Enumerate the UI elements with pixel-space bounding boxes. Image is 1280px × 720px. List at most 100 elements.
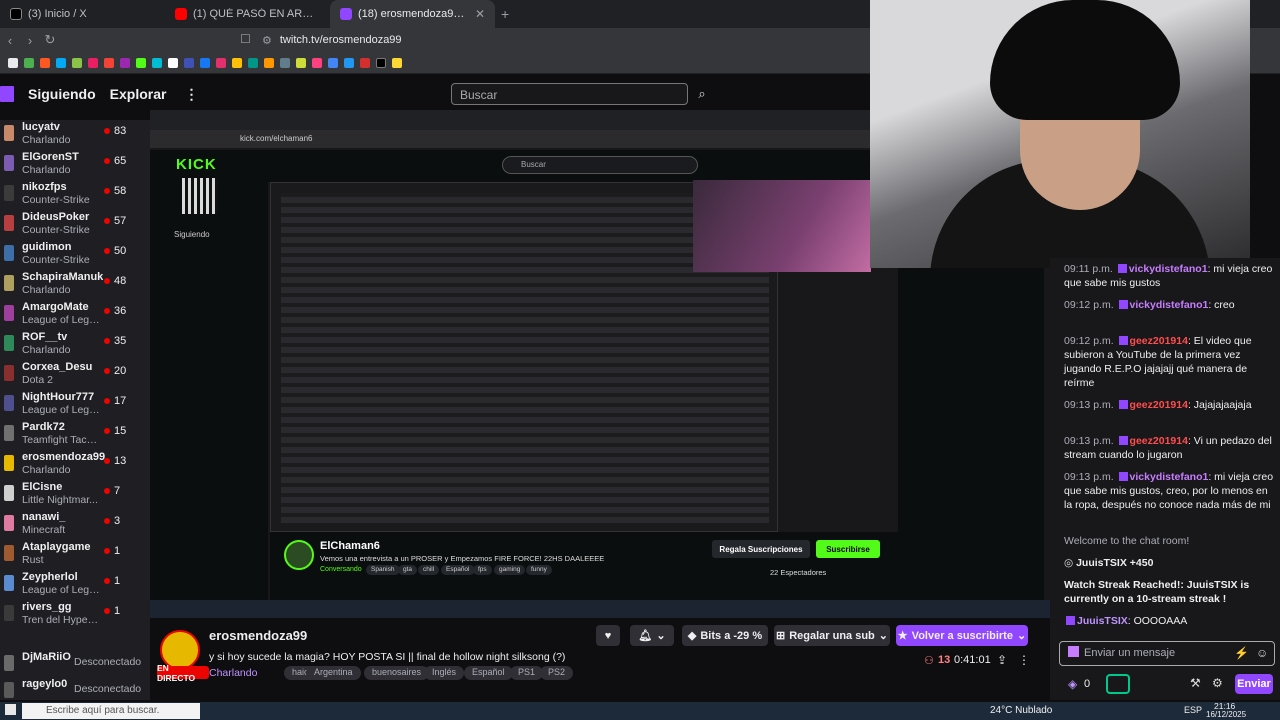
sidebar-channel[interactable]: rivers_ggTren del Hype • Niv... 1	[0, 600, 150, 628]
resubscribe-button[interactable]: ★ Volver a suscribirte ⌄	[896, 625, 1028, 646]
bookmark-icon-19[interactable]	[296, 57, 306, 68]
bits-button[interactable]: ◆ Bits a -29 %	[682, 625, 768, 646]
bookmark-icon-24[interactable]	[376, 57, 386, 68]
input-language: ESP	[1184, 705, 1203, 715]
emote-icon[interactable]: ☺	[1256, 646, 1268, 660]
chat-tools-icon[interactable]: ⚒	[1190, 676, 1201, 690]
weather-text: 24°C Nublado	[990, 705, 1053, 716]
bookmark-icon-11[interactable]	[168, 57, 178, 68]
stream-tag[interactable]: Argentina	[306, 666, 361, 680]
close-tab-icon[interactable]: ✕	[475, 7, 485, 21]
bookmark-icon-4[interactable]	[56, 57, 66, 68]
sidebar-channel[interactable]: Ataplaygame Rust 1	[0, 540, 150, 568]
bookmark-icon-16[interactable]	[248, 57, 258, 68]
back-icon[interactable]: ‹	[0, 33, 20, 48]
sidebar-channel[interactable]: erosmendoza99 Charlando 13	[0, 450, 150, 478]
bookmark-icon-17[interactable]	[264, 57, 274, 68]
stream-tag[interactable]: buenosaires	[364, 666, 430, 680]
stream-uptime: 0:41:01	[954, 654, 991, 666]
bookmark-icon-10[interactable]	[152, 57, 162, 68]
bookmark-icon[interactable]: ☐	[240, 32, 251, 46]
stream-tag[interactable]: PS1	[510, 666, 544, 680]
channel-viewers: 65	[104, 155, 126, 167]
sidebar-channel-offline[interactable]: DjMaRiiO Desconectado	[0, 650, 150, 678]
chat-username[interactable]: geez201914	[1130, 399, 1188, 411]
tab-twitch[interactable]: (18) erosmendoza99 - Twitch ✕	[330, 0, 495, 28]
search-input[interactable]: Buscar	[451, 83, 688, 105]
streamer-name[interactable]: erosmendoza99	[209, 628, 307, 643]
bookmark-icon-20[interactable]	[312, 57, 322, 68]
sidebar-channel[interactable]: nanawi_ Minecraft 3	[0, 510, 150, 538]
sidebar-channel[interactable]: DideusPoker Counter-Strike 57	[0, 210, 150, 238]
sidebar-channel[interactable]: ROF__tv Charlando 35	[0, 330, 150, 358]
windows-start-icon[interactable]	[5, 704, 16, 715]
tab-youtube[interactable]: (1) QUÉ PASÓ EN ARGENTINA? | NO	[165, 0, 330, 28]
sidebar-channel[interactable]: guidimon Counter-Strike 50	[0, 240, 150, 268]
chat-username[interactable]: vickydistefano1	[1130, 299, 1209, 311]
taskbar-search[interactable]: Escribe aquí para buscar.	[22, 703, 200, 719]
bookmark-icon-1[interactable]	[8, 57, 18, 68]
forward-icon[interactable]: ›	[20, 33, 40, 48]
twitch-logo-icon[interactable]	[0, 86, 14, 102]
bookmark-icon-25[interactable]	[392, 57, 402, 68]
sidebar-channel[interactable]: lucyatv Charlando 83	[0, 120, 150, 148]
kick-tag: gta	[398, 565, 418, 575]
url-field[interactable]: ⚙ twitch.tv/erosmendoza99	[262, 31, 402, 49]
live-dot-icon	[104, 158, 110, 164]
reload-icon[interactable]: ↻	[40, 32, 60, 48]
share-icon[interactable]: ⇪	[997, 653, 1007, 667]
gift-sub-button[interactable]: ⊞ Regalar una sub ⌄	[774, 625, 890, 646]
channel-name: ElCisne	[22, 481, 63, 493]
chat-username[interactable]: JuuisTSIX	[1077, 615, 1128, 627]
search-icon[interactable]: ⌕	[690, 83, 714, 105]
bookmark-icon-13[interactable]	[200, 57, 210, 68]
bookmark-icon-8[interactable]	[120, 57, 130, 68]
bookmark-icon-23[interactable]	[360, 57, 370, 68]
more-icon[interactable]: ⋮	[1018, 653, 1030, 667]
sidebar-channel[interactable]: ElCisne Little Nightmar... 7	[0, 480, 150, 508]
channel-points-icon[interactable]: ◈	[1068, 677, 1077, 691]
more-options-icon[interactable]: ⋮	[184, 86, 198, 103]
chat-username[interactable]: geez201914	[1130, 435, 1188, 447]
bits-icon[interactable]: ⚡	[1234, 646, 1249, 660]
live-dot-icon	[104, 308, 110, 314]
bookmark-icon-22[interactable]	[344, 57, 354, 68]
bookmark-icon-14[interactable]	[216, 57, 226, 68]
chat-username[interactable]: vickydistefano1	[1130, 471, 1209, 483]
sidebar-channel-offline[interactable]: rageylo0 Desconectado	[0, 677, 150, 705]
bookmark-icon-12[interactable]	[184, 57, 194, 68]
sidebar-channel[interactable]: Zeypherlol League of Lege... 1	[0, 570, 150, 598]
notifications-button[interactable]: 🔔︎ ⌄	[630, 625, 674, 646]
chat-username[interactable]: vickydistefano1	[1129, 263, 1208, 275]
follow-heart-button[interactable]: ♥	[596, 625, 620, 646]
stream-category[interactable]: Charlando	[209, 667, 257, 679]
sidebar-channel[interactable]: AmargoMate League of Lege... 36	[0, 300, 150, 328]
bookmark-icon-2[interactable]	[24, 57, 34, 68]
stream-tag[interactable]: Inglés	[424, 666, 465, 680]
bookmark-icon-3[interactable]	[40, 57, 50, 68]
bookmark-icon-6[interactable]	[88, 57, 98, 68]
sidebar-channel[interactable]: Pardk72 Teamfight Tacti... 15	[0, 420, 150, 448]
site-info-icon[interactable]: ⚙	[262, 34, 272, 47]
nav-following[interactable]: Siguiendo	[28, 86, 96, 102]
sidebar-channel[interactable]: ElGorenST Charlando 65	[0, 150, 150, 178]
stream-tag[interactable]: PS2	[540, 666, 574, 680]
chat-settings-icon[interactable]: ⚙	[1212, 676, 1223, 690]
sidebar-channel[interactable]: nikozfps Counter-Strike 58	[0, 180, 150, 208]
sidebar-channel[interactable]: Corxea_Desu Dota 2 20	[0, 360, 150, 388]
bookmark-icon-7[interactable]	[104, 57, 114, 68]
stream-tag[interactable]: Español	[464, 666, 513, 680]
send-button[interactable]: Enviar	[1235, 674, 1273, 694]
bookmark-icon-18[interactable]	[280, 57, 290, 68]
bookmark-icon-5[interactable]	[72, 57, 82, 68]
points-reward-icon[interactable]	[1106, 674, 1130, 694]
bookmark-icon-9[interactable]	[136, 57, 146, 68]
sidebar-channel[interactable]: NightHour777 League of Lege... 17	[0, 390, 150, 418]
tab-x[interactable]: (3) Inicio / X	[0, 0, 165, 28]
new-tab-icon[interactable]: +	[501, 6, 509, 22]
nav-explore[interactable]: Explorar	[110, 86, 167, 102]
bookmark-icon-15[interactable]	[232, 57, 242, 68]
chat-username[interactable]: geez201914	[1130, 335, 1188, 347]
sidebar-channel[interactable]: SchapiraManuk Charlando 48	[0, 270, 150, 298]
bookmark-icon-21[interactable]	[328, 57, 338, 68]
